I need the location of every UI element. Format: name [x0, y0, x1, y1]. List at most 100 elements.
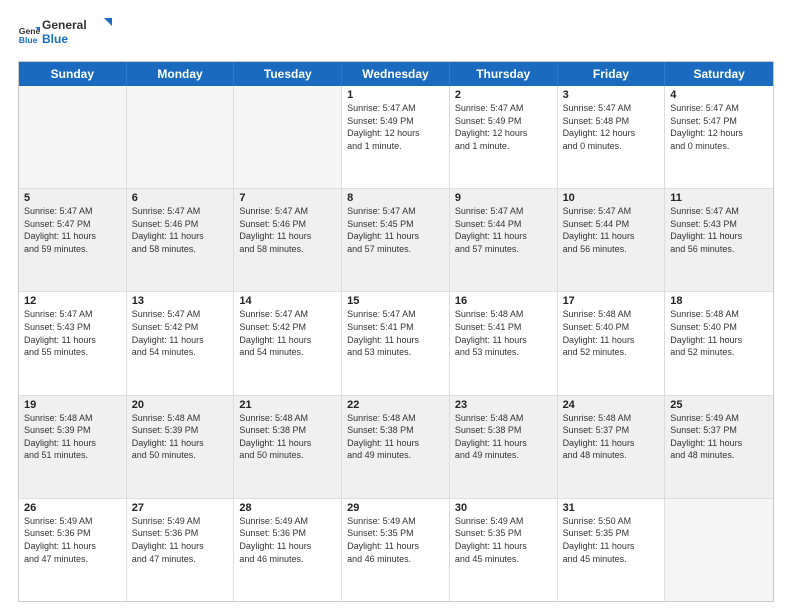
cell-info-line: and 51 minutes. [24, 449, 121, 462]
cell-info-line: Sunset: 5:35 PM [455, 527, 552, 540]
calendar-header: SundayMondayTuesdayWednesdayThursdayFrid… [19, 62, 773, 86]
cell-info-line: Sunrise: 5:48 AM [132, 412, 229, 425]
svg-text:Blue: Blue [42, 32, 68, 46]
header-day-monday: Monday [127, 62, 235, 86]
cell-info-line: Sunrise: 5:49 AM [670, 412, 768, 425]
day-cell-24: 24Sunrise: 5:48 AMSunset: 5:37 PMDayligh… [558, 396, 666, 498]
cell-info-line: Sunset: 5:45 PM [347, 218, 444, 231]
day-number: 29 [347, 502, 444, 514]
cell-info-line: and 57 minutes. [347, 243, 444, 256]
logo-icon: General Blue [18, 24, 40, 46]
day-cell-3: 3Sunrise: 5:47 AMSunset: 5:48 PMDaylight… [558, 86, 666, 188]
cell-info-line: Sunrise: 5:47 AM [670, 102, 768, 115]
cell-info-line: Daylight: 11 hours [132, 540, 229, 553]
cell-info-line: Sunset: 5:48 PM [563, 115, 660, 128]
cell-info-line: Sunrise: 5:47 AM [132, 205, 229, 218]
header-day-sunday: Sunday [19, 62, 127, 86]
day-cell-7: 7Sunrise: 5:47 AMSunset: 5:46 PMDaylight… [234, 189, 342, 291]
cell-info-line: and 52 minutes. [670, 346, 768, 359]
cell-info-line: and 58 minutes. [239, 243, 336, 256]
day-cell-19: 19Sunrise: 5:48 AMSunset: 5:39 PMDayligh… [19, 396, 127, 498]
cell-info-line: Sunset: 5:39 PM [132, 424, 229, 437]
cell-info-line: and 59 minutes. [24, 243, 121, 256]
cell-info-line: Sunrise: 5:48 AM [24, 412, 121, 425]
day-cell-29: 29Sunrise: 5:49 AMSunset: 5:35 PMDayligh… [342, 499, 450, 601]
cell-info-line: Sunset: 5:44 PM [455, 218, 552, 231]
cell-info-line: Sunrise: 5:48 AM [455, 308, 552, 321]
cell-info-line: Sunset: 5:46 PM [239, 218, 336, 231]
cell-info-line: and 53 minutes. [455, 346, 552, 359]
cell-info-line: Sunset: 5:40 PM [670, 321, 768, 334]
header-day-tuesday: Tuesday [234, 62, 342, 86]
day-number: 1 [347, 89, 444, 101]
cell-info-line: Daylight: 11 hours [239, 230, 336, 243]
cell-info-line: Daylight: 12 hours [563, 127, 660, 140]
calendar-week-3: 12Sunrise: 5:47 AMSunset: 5:43 PMDayligh… [19, 292, 773, 395]
cell-info-line: Daylight: 11 hours [347, 334, 444, 347]
cell-info-line: and 46 minutes. [347, 553, 444, 566]
empty-cell [665, 499, 773, 601]
day-number: 12 [24, 295, 121, 307]
day-number: 24 [563, 399, 660, 411]
day-cell-27: 27Sunrise: 5:49 AMSunset: 5:36 PMDayligh… [127, 499, 235, 601]
cell-info-line: and 50 minutes. [132, 449, 229, 462]
cell-info-line: and 48 minutes. [563, 449, 660, 462]
day-number: 7 [239, 192, 336, 204]
day-cell-8: 8Sunrise: 5:47 AMSunset: 5:45 PMDaylight… [342, 189, 450, 291]
header-day-thursday: Thursday [450, 62, 558, 86]
cell-info-line: and 45 minutes. [455, 553, 552, 566]
cell-info-line: and 49 minutes. [455, 449, 552, 462]
empty-cell [19, 86, 127, 188]
cell-info-line: Daylight: 11 hours [347, 230, 444, 243]
day-cell-15: 15Sunrise: 5:47 AMSunset: 5:41 PMDayligh… [342, 292, 450, 394]
cell-info-line: Sunset: 5:40 PM [563, 321, 660, 334]
cell-info-line: Sunrise: 5:49 AM [455, 515, 552, 528]
cell-info-line: Daylight: 11 hours [670, 437, 768, 450]
cell-info-line: Daylight: 11 hours [239, 334, 336, 347]
cell-info-line: Sunset: 5:42 PM [239, 321, 336, 334]
cell-info-line: Daylight: 11 hours [347, 437, 444, 450]
day-cell-28: 28Sunrise: 5:49 AMSunset: 5:36 PMDayligh… [234, 499, 342, 601]
cell-info-line: and 56 minutes. [670, 243, 768, 256]
day-number: 5 [24, 192, 121, 204]
cell-info-line: Sunrise: 5:48 AM [239, 412, 336, 425]
cell-info-line: Daylight: 11 hours [455, 230, 552, 243]
calendar-body: 1Sunrise: 5:47 AMSunset: 5:49 PMDaylight… [19, 86, 773, 601]
day-number: 22 [347, 399, 444, 411]
cell-info-line: and 45 minutes. [563, 553, 660, 566]
calendar: SundayMondayTuesdayWednesdayThursdayFrid… [18, 61, 774, 602]
day-number: 3 [563, 89, 660, 101]
cell-info-line: and 47 minutes. [24, 553, 121, 566]
cell-info-line: and 53 minutes. [347, 346, 444, 359]
cell-info-line: Sunset: 5:43 PM [670, 218, 768, 231]
day-cell-21: 21Sunrise: 5:48 AMSunset: 5:38 PMDayligh… [234, 396, 342, 498]
calendar-week-4: 19Sunrise: 5:48 AMSunset: 5:39 PMDayligh… [19, 396, 773, 499]
day-cell-13: 13Sunrise: 5:47 AMSunset: 5:42 PMDayligh… [127, 292, 235, 394]
day-number: 11 [670, 192, 768, 204]
header: General Blue General Blue [18, 16, 774, 53]
cell-info-line: Daylight: 11 hours [347, 540, 444, 553]
day-number: 27 [132, 502, 229, 514]
cell-info-line: Daylight: 11 hours [24, 334, 121, 347]
cell-info-line: and 55 minutes. [24, 346, 121, 359]
cell-info-line: Daylight: 12 hours [455, 127, 552, 140]
cell-info-line: and 58 minutes. [132, 243, 229, 256]
cell-info-line: Sunrise: 5:47 AM [132, 308, 229, 321]
cell-info-line: Daylight: 11 hours [455, 334, 552, 347]
cell-info-line: and 48 minutes. [670, 449, 768, 462]
cell-info-line: Sunset: 5:36 PM [239, 527, 336, 540]
day-cell-1: 1Sunrise: 5:47 AMSunset: 5:49 PMDaylight… [342, 86, 450, 188]
cell-info-line: Sunset: 5:37 PM [563, 424, 660, 437]
day-number: 8 [347, 192, 444, 204]
day-number: 25 [670, 399, 768, 411]
cell-info-line: Sunset: 5:46 PM [132, 218, 229, 231]
cell-info-line: Daylight: 11 hours [132, 230, 229, 243]
cell-info-line: and 47 minutes. [132, 553, 229, 566]
cell-info-line: Sunrise: 5:49 AM [132, 515, 229, 528]
cell-info-line: Sunset: 5:47 PM [24, 218, 121, 231]
day-number: 6 [132, 192, 229, 204]
empty-cell [234, 86, 342, 188]
day-cell-12: 12Sunrise: 5:47 AMSunset: 5:43 PMDayligh… [19, 292, 127, 394]
day-number: 13 [132, 295, 229, 307]
day-number: 19 [24, 399, 121, 411]
